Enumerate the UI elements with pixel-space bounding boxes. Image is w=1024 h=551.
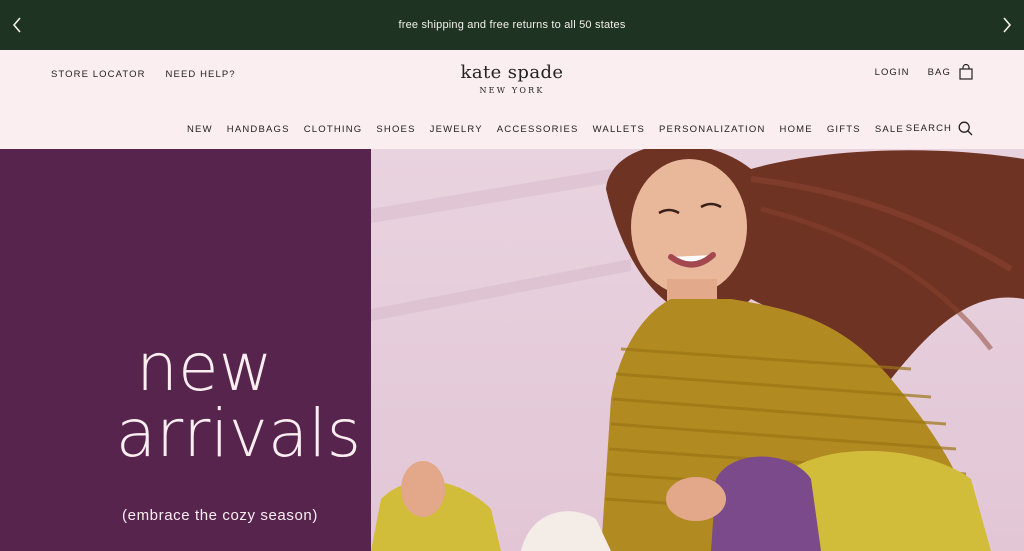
search-button[interactable]: SEARCH: [906, 121, 973, 136]
hero-banner[interactable]: new arrivals (embrace the cozy season): [0, 149, 1024, 551]
site-logo[interactable]: kate spade NEW YORK: [0, 62, 1024, 95]
main-nav: NEW HANDBAGS CLOTHING SHOES JEWELRY ACCE…: [187, 124, 904, 135]
hero-photo-illustration: [371, 149, 1024, 551]
login-link[interactable]: LOGIN: [875, 67, 910, 78]
shopping-bag-icon: [959, 64, 973, 80]
chevron-left-icon: [12, 17, 21, 33]
site-header: STORE LOCATOR NEED HELP? kate spade NEW …: [0, 50, 1024, 149]
chevron-right-icon: [1003, 17, 1012, 33]
nav-item-sale[interactable]: SALE: [875, 124, 904, 135]
nav-item-wallets[interactable]: WALLETS: [593, 124, 645, 135]
logo-main-text: kate spade: [460, 62, 564, 83]
search-icon: [958, 121, 973, 136]
hero-text-panel: new arrivals (embrace the cozy season): [0, 149, 371, 551]
nav-item-home[interactable]: HOME: [780, 124, 813, 135]
logo-sub-text: NEW YORK: [479, 86, 545, 95]
hero-image: [371, 149, 1024, 551]
hero-headline-line-1: new: [136, 329, 273, 406]
nav-item-gifts[interactable]: GIFTS: [827, 124, 861, 135]
hero-headline: new arrivals: [115, 329, 361, 472]
nav-item-clothing[interactable]: CLOTHING: [304, 124, 363, 135]
nav-item-accessories[interactable]: ACCESSORIES: [497, 124, 579, 135]
nav-item-handbags[interactable]: HANDBAGS: [227, 124, 290, 135]
nav-item-personalization[interactable]: PERSONALIZATION: [659, 124, 766, 135]
nav-item-new[interactable]: NEW: [187, 124, 213, 135]
bag-label: BAG: [927, 66, 951, 78]
promo-text[interactable]: free shipping and free returns to all 50…: [398, 19, 625, 31]
promo-bar: free shipping and free returns to all 50…: [0, 0, 1024, 50]
account-links: LOGIN BAG: [875, 64, 973, 80]
nav-item-shoes[interactable]: SHOES: [376, 124, 415, 135]
nav-item-jewelry[interactable]: JEWELRY: [430, 124, 483, 135]
bag-button[interactable]: BAG: [928, 64, 973, 80]
hero-headline-line-2: arrivals: [115, 395, 361, 472]
search-label: SEARCH: [905, 123, 952, 134]
promo-prev-button[interactable]: [2, 0, 32, 50]
promo-next-button[interactable]: [992, 0, 1022, 50]
